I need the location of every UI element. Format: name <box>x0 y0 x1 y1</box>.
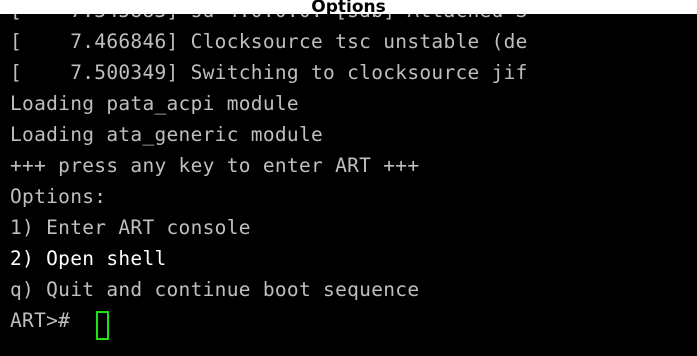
menu-option-quit-continue-boot[interactable]: q) Quit and continue boot sequence <box>10 274 419 305</box>
menu-option-open-shell[interactable]: 2) Open shell <box>10 243 167 274</box>
terminal-line-clocksource-unstable: [ 7.466846] Clocksource tsc unstable (de <box>10 30 528 53</box>
terminal-line-press-any-key: +++ press any key to enter ART +++ <box>10 154 420 177</box>
terminal-line-loading-ata-generic: Loading ata_generic module <box>10 123 324 146</box>
terminal-line-switching-clocksource: [ 7.500349] Switching to clocksource jif <box>10 61 528 84</box>
terminal-window[interactable]: [ 7.345883] sd 4:0:0:0: [sdb] Attached S… <box>0 0 697 356</box>
window-title: Options <box>0 0 697 14</box>
terminal-cursor <box>96 311 109 340</box>
menu-option-enter-art-console[interactable]: 1) Enter ART console <box>10 212 251 243</box>
terminal-line-options-heading: Options: <box>10 185 107 208</box>
terminal-prompt[interactable]: ART># <box>10 305 82 336</box>
screen: [ 7.345883] sd 4:0:0:0: [sdb] Attached S… <box>0 0 697 356</box>
terminal-line-loading-pata-acpi: Loading pata_acpi module <box>10 92 299 115</box>
